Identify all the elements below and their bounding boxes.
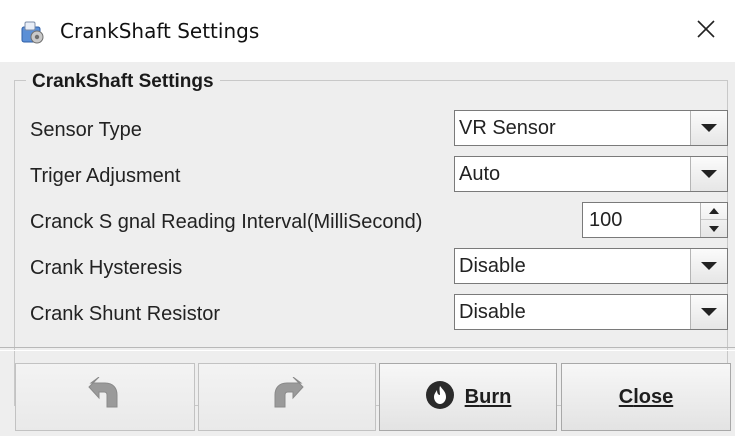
crank-shunt-resistor-label: Crank Shunt Resistor [30, 303, 221, 325]
settings-app-icon [19, 19, 45, 45]
burn-button-label: Burn [464, 385, 512, 408]
redo-button[interactable] [198, 363, 376, 431]
trigger-adjustment-select[interactable]: Auto [454, 156, 728, 192]
crank-hysteresis-label: Crank Hysteresis [30, 257, 183, 279]
close-button[interactable]: Close [561, 363, 731, 431]
sensor-type-label: Sensor Type [30, 119, 142, 141]
reading-interval-value: 100 [589, 209, 623, 231]
close-icon[interactable] [691, 14, 721, 44]
group-title: CrankShaft Settings [26, 69, 220, 95]
spinner-buttons [700, 203, 727, 237]
flame-icon [425, 380, 455, 414]
title-bar: CrankShaft Settings [0, 0, 735, 62]
burn-button[interactable]: Burn [379, 363, 557, 431]
crank-shunt-resistor-value: Disable [459, 301, 526, 323]
spinner-up-icon[interactable] [701, 203, 727, 220]
reading-interval-spinner[interactable]: 100 [582, 202, 728, 238]
trigger-adjustment-label: Triger Adjusment [30, 165, 181, 187]
window-title: CrankShaft Settings [60, 19, 260, 43]
divider [0, 347, 735, 351]
close-button-label: Close [618, 385, 674, 408]
redo-arrow-icon [267, 376, 307, 417]
crank-hysteresis-value: Disable [459, 255, 526, 277]
crank-hysteresis-select[interactable]: Disable [454, 248, 728, 284]
sensor-type-select[interactable]: VR Sensor [454, 110, 728, 146]
chevron-down-icon[interactable] [690, 295, 727, 329]
reading-interval-label: Cranck S gnal Reading Interval(MilliSeco… [30, 211, 423, 233]
trigger-adjustment-value: Auto [459, 163, 501, 185]
undo-button[interactable] [15, 363, 195, 431]
chevron-down-icon[interactable] [690, 157, 727, 191]
dialog-content: CrankShaft Settings Sensor Type VR Senso… [0, 62, 735, 436]
undo-arrow-icon [85, 376, 125, 417]
chevron-down-icon[interactable] [690, 111, 727, 145]
crank-shunt-resistor-select[interactable]: Disable [454, 294, 728, 330]
sensor-type-value: VR Sensor [459, 117, 556, 139]
chevron-down-icon[interactable] [690, 249, 727, 283]
spinner-down-icon[interactable] [701, 220, 727, 237]
